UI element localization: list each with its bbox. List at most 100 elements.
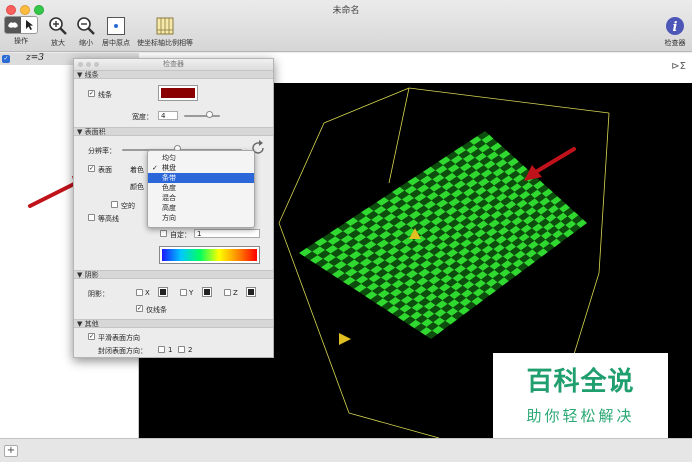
equal-axes-button[interactable]: 使坐标轴比例相等 bbox=[134, 16, 196, 48]
svg-text:i: i bbox=[673, 20, 678, 35]
color-label: 颜色 bbox=[130, 183, 144, 191]
equal-axes-icon bbox=[156, 17, 174, 35]
menu-item-direction-label: 方向 bbox=[162, 214, 176, 222]
width-field[interactable]: 4 bbox=[158, 111, 178, 120]
menu-item-stripes[interactable]: 条带 bbox=[148, 173, 254, 183]
color-gradient-fill bbox=[162, 249, 257, 261]
info-icon: i bbox=[666, 17, 684, 35]
watermark-main-text: 百科全说 bbox=[526, 367, 635, 397]
bounding-box-edge bbox=[348, 412, 440, 438]
add-expression-button[interactable]: + bbox=[4, 445, 18, 457]
surface-section-title: 表面积 bbox=[84, 128, 106, 136]
closed-option-1-label: 1 bbox=[168, 346, 173, 354]
x-axis-marker bbox=[339, 333, 351, 345]
shadow-y-checkbox[interactable] bbox=[180, 289, 187, 296]
inspector-max-button[interactable] bbox=[94, 62, 99, 67]
other-section-header[interactable]: ▼ 其他 bbox=[74, 319, 273, 328]
app-window: 未命名 操作 放大 缩小 居中原点 使坐标轴比例相等 i 检查器 ✓ z=3 ⊳… bbox=[0, 0, 692, 462]
center-origin-label: 居中原点 bbox=[102, 39, 130, 47]
color-gradient-bar[interactable] bbox=[159, 246, 260, 264]
shading-label: 着色 bbox=[130, 166, 144, 174]
surface-checkbox[interactable]: ✓ bbox=[88, 165, 95, 172]
expression-visible-checkbox[interactable]: ✓ bbox=[2, 55, 10, 63]
menu-item-hue[interactable]: 色度 bbox=[148, 183, 254, 193]
rotate-hand-icon[interactable] bbox=[5, 17, 21, 33]
window-title: 未命名 bbox=[332, 6, 360, 16]
zoom-out-button[interactable]: 缩小 bbox=[74, 16, 98, 48]
operate-tool[interactable]: 操作 bbox=[4, 16, 38, 46]
lines-label: 线条 bbox=[98, 91, 112, 99]
menu-item-uniform-label: 均匀 bbox=[162, 154, 176, 162]
shadow-y-color[interactable] bbox=[202, 287, 212, 297]
lines-section-header[interactable]: ▼ 线条 bbox=[74, 70, 273, 79]
contour-label: 等高线 bbox=[98, 215, 119, 223]
shadow-z-color[interactable] bbox=[246, 287, 256, 297]
closed-option-1-checkbox[interactable] bbox=[158, 346, 165, 353]
menu-item-stripes-label: 条带 bbox=[162, 174, 176, 182]
width-slider-track[interactable] bbox=[184, 115, 220, 117]
hollow-label: 空的 bbox=[121, 202, 135, 210]
shadow-label: 阴影： bbox=[88, 290, 109, 298]
zoom-out-label: 缩小 bbox=[79, 39, 93, 47]
shadow-z-checkbox[interactable] bbox=[224, 289, 231, 296]
lines-only-label: 仅线条 bbox=[146, 306, 167, 314]
lines-only-checkbox[interactable]: ✓ bbox=[136, 305, 143, 312]
expression-text[interactable]: z=3 bbox=[26, 53, 44, 63]
custom-field[interactable]: 1 bbox=[194, 229, 260, 238]
shadow-x-color[interactable] bbox=[158, 287, 168, 297]
menu-item-uniform[interactable]: 均匀 bbox=[148, 153, 254, 163]
bottom-bar: + bbox=[0, 438, 692, 462]
zoom-in-label: 放大 bbox=[51, 39, 65, 47]
inspector-title: 检查器 bbox=[74, 59, 273, 70]
smooth-normals-checkbox[interactable]: ✓ bbox=[88, 333, 95, 340]
resolution-label: 分辨率： bbox=[88, 147, 116, 155]
operate-label: 操作 bbox=[14, 37, 28, 45]
zoom-in-icon bbox=[49, 17, 67, 35]
watermark-logo: 百科全说 助你轻松解决 bbox=[493, 353, 668, 438]
bounding-box-edge bbox=[388, 87, 410, 184]
lines-checkbox[interactable]: ✓ bbox=[88, 90, 95, 97]
inspector-label: 检查器 bbox=[664, 39, 686, 47]
menu-item-height[interactable]: 高度 bbox=[148, 203, 254, 213]
bounding-box-edge bbox=[408, 87, 610, 114]
menu-item-hue-label: 色度 bbox=[162, 184, 176, 192]
shadow-x-checkbox[interactable] bbox=[136, 289, 143, 296]
closed-option-2-checkbox[interactable] bbox=[178, 346, 185, 353]
closed-option-2-label: 2 bbox=[188, 346, 193, 354]
pointer-arrow-icon[interactable] bbox=[22, 17, 38, 33]
other-section-title: 其他 bbox=[84, 320, 99, 328]
center-origin-button[interactable]: 居中原点 bbox=[100, 16, 132, 48]
closed-normals-label: 封闭表面方向： bbox=[98, 347, 147, 355]
menu-item-blend-label: 混合 bbox=[162, 194, 176, 202]
custom-checkbox[interactable] bbox=[160, 230, 167, 237]
contour-checkbox[interactable] bbox=[88, 214, 95, 221]
toolbar: 未命名 操作 放大 缩小 居中原点 使坐标轴比例相等 i 检查器 bbox=[0, 0, 692, 52]
shadow-section-title: 阴影 bbox=[84, 271, 99, 279]
lines-section-title: 线条 bbox=[84, 71, 99, 79]
shadow-section-header[interactable]: ▼ 阴影 bbox=[74, 270, 273, 279]
surface-section-header[interactable]: ▼ 表面积 bbox=[74, 127, 273, 136]
width-slider-knob[interactable] bbox=[206, 111, 213, 118]
smooth-normals-label: 平滑表面方向 bbox=[98, 334, 140, 342]
menu-item-checkerboard[interactable]: ✓ 棋盘 bbox=[148, 163, 254, 173]
hollow-checkbox[interactable] bbox=[111, 201, 118, 208]
shadow-x-label: X bbox=[145, 289, 150, 297]
inspector-button[interactable]: i 检查器 bbox=[660, 16, 690, 48]
inspector-title-text: 检查器 bbox=[163, 60, 184, 68]
shadow-y-label: Y bbox=[189, 289, 194, 297]
line-color-fill bbox=[161, 88, 195, 98]
line-color-swatch[interactable] bbox=[158, 85, 198, 101]
operate-segmented-control[interactable] bbox=[4, 16, 38, 34]
menu-item-direction[interactable]: 方向 bbox=[148, 213, 254, 223]
menu-item-height-label: 高度 bbox=[162, 204, 176, 212]
watermark-sub-text: 助你轻松解决 bbox=[526, 407, 635, 425]
shading-dropdown-menu[interactable]: 均匀 ✓ 棋盘 条带 色度 混合 高度 方向 bbox=[147, 150, 255, 228]
inspector-min-button[interactable] bbox=[86, 62, 91, 67]
shadow-z-label: Z bbox=[233, 289, 238, 297]
width-label: 宽度： bbox=[132, 113, 153, 121]
surface-label: 表面 bbox=[98, 166, 112, 174]
menu-item-blend[interactable]: 混合 bbox=[148, 193, 254, 203]
sigma-menu-icon[interactable]: ⊳Σ bbox=[671, 61, 686, 72]
zoom-in-button[interactable]: 放大 bbox=[46, 16, 70, 48]
inspector-close-button[interactable] bbox=[78, 62, 83, 67]
